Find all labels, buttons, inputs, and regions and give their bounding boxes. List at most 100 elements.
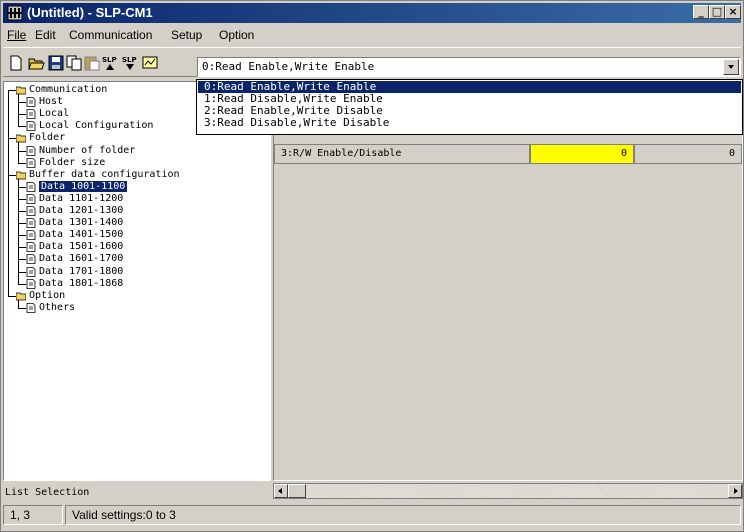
- document-icon: [26, 278, 36, 289]
- tree-connector: [8, 90, 9, 296]
- copy-icon[interactable]: [65, 54, 83, 72]
- tree-item-label: Option: [29, 289, 66, 301]
- minimize-button[interactable]: _: [693, 5, 709, 19]
- menu-bar: File Edit Communication Setup Option: [3, 25, 741, 45]
- tree-connector: [18, 198, 26, 200]
- menu-communication[interactable]: Communication: [69, 28, 152, 42]
- tree-item-label: Host: [39, 96, 64, 108]
- tree-item-label: Data 1601-1700: [39, 253, 124, 265]
- title-bar[interactable]: (Untitled) - SLP-CM1 _ □ ×: [3, 3, 741, 23]
- tree-connector: [18, 162, 26, 164]
- tree-item-label: Local: [39, 108, 70, 120]
- tree-item-label: Data 1001-1100: [39, 180, 128, 192]
- dropdown-option[interactable]: 3:Read Disable,Write Disable: [198, 117, 741, 129]
- menu-edit[interactable]: Edit: [35, 28, 56, 42]
- status-message: Valid settings:0 to 3: [65, 505, 741, 525]
- tree-item-label: Data 1401-1500: [39, 229, 124, 241]
- tree-connector: [18, 178, 19, 284]
- tree-item[interactable]: Data 1801-1868: [26, 278, 123, 290]
- slp-upload-icon[interactable]: SLP: [101, 54, 119, 72]
- tree-connector: [18, 150, 26, 152]
- status-bar: 1, 3 Valid settings:0 to 3: [3, 503, 743, 529]
- tree-item[interactable]: Folder size: [26, 157, 105, 169]
- tree-item-label: Data 1801-1868: [39, 277, 124, 289]
- tree-connector: [18, 283, 26, 285]
- tree-connector: [18, 307, 26, 309]
- document-icon: [26, 121, 36, 132]
- paste-icon[interactable]: [83, 54, 101, 72]
- tree-connector: [18, 247, 26, 249]
- tree-connector: [8, 174, 16, 176]
- tree-connector: [18, 142, 19, 163]
- tree-connector: [18, 114, 26, 116]
- value-cell[interactable]: 0: [634, 144, 742, 164]
- tree-item[interactable]: Local: [26, 108, 69, 120]
- tree-connector: [18, 235, 26, 237]
- tree-item[interactable]: Data 1601-1700: [26, 253, 123, 265]
- tree-folder[interactable]: Folder: [16, 132, 65, 144]
- tree-folder[interactable]: Buffer data configuration: [16, 169, 180, 181]
- access-mode-combobox[interactable]: 0:Read Enable,Write Enable: [197, 57, 741, 77]
- tree-item[interactable]: Data 1001-1100: [26, 180, 128, 193]
- svg-text:SLP: SLP: [122, 56, 137, 64]
- tree-item[interactable]: Data 1701-1800: [26, 266, 123, 278]
- tree-connector: [18, 259, 26, 261]
- document-icon: [26, 97, 36, 107]
- tree-item[interactable]: Host: [26, 96, 63, 108]
- tree-item-label: Data 1301-1400: [39, 217, 124, 229]
- tree-item-label: Data 1101-1200: [39, 192, 124, 204]
- tree-folder[interactable]: Option: [16, 290, 65, 302]
- list-selection-label: List Selection: [5, 487, 90, 498]
- slp-download-icon[interactable]: SLP: [121, 54, 139, 72]
- tree-item[interactable]: Number of folder: [26, 145, 135, 157]
- combo-value: 0:Read Enable,Write Enable: [202, 60, 375, 73]
- save-icon[interactable]: [47, 54, 65, 72]
- tree-folder[interactable]: Communication: [16, 84, 107, 96]
- menu-setup[interactable]: Setup: [171, 28, 202, 42]
- tree-connector: [8, 138, 16, 140]
- menu-file[interactable]: File: [7, 28, 26, 42]
- close-button[interactable]: ×: [725, 5, 741, 19]
- tree-connector: [18, 186, 26, 188]
- maximize-button[interactable]: □: [709, 5, 725, 19]
- tree-item-label: Data 1701-1800: [39, 265, 124, 277]
- horizontal-scrollbar[interactable]: [273, 483, 743, 499]
- tree-item-label: Communication: [29, 84, 108, 95]
- tree-item[interactable]: Data 1401-1500: [26, 229, 123, 241]
- status-position: 1, 3: [3, 505, 63, 525]
- document-icon: [26, 254, 36, 265]
- tree-item[interactable]: Data 1201-1300: [26, 205, 123, 217]
- tree-connector: [8, 90, 16, 91]
- document-icon: [26, 193, 36, 204]
- settings-grid: 3:R/W Enable/Disable 0 0: [273, 81, 743, 481]
- document-icon: [26, 145, 36, 156]
- open-icon[interactable]: [27, 54, 45, 72]
- tree-item[interactable]: Data 1101-1200: [26, 193, 123, 205]
- new-icon[interactable]: [7, 54, 25, 72]
- tree-item[interactable]: Data 1501-1600: [26, 241, 123, 253]
- document-icon: [26, 302, 36, 313]
- tree-item-label: Number of folder: [39, 144, 136, 156]
- tree-connector: [18, 102, 26, 104]
- tree-item[interactable]: Local Configuration: [26, 120, 153, 132]
- tree-connector: [18, 126, 26, 128]
- tree-item[interactable]: Others: [26, 302, 75, 314]
- combo-dropdown-button[interactable]: [723, 59, 739, 75]
- access-mode-dropdown-list: 0:Read Enable,Write Enable 1:Read Disabl…: [196, 79, 743, 135]
- menu-option[interactable]: Option: [219, 28, 254, 42]
- monitor-icon[interactable]: [141, 54, 159, 72]
- scroll-left-button[interactable]: [274, 484, 288, 498]
- document-icon: [26, 109, 36, 120]
- arrow-left-icon: [278, 488, 282, 494]
- scroll-thumb[interactable]: [288, 484, 306, 498]
- settings-tree: Communication Host Local Local Configuratio…: [3, 81, 271, 481]
- tree-connector: [18, 211, 26, 212]
- tree-item-label: Folder size: [39, 156, 106, 168]
- document-icon: [26, 181, 36, 192]
- tree-item[interactable]: Data 1301-1400: [26, 217, 123, 229]
- table-row: 3:R/W Enable/Disable 0 0: [274, 144, 742, 164]
- active-value-cell[interactable]: 0: [530, 144, 634, 164]
- scroll-right-button[interactable]: [728, 484, 742, 498]
- tree-item-label: Folder: [29, 132, 66, 144]
- tree-connector: [18, 94, 19, 127]
